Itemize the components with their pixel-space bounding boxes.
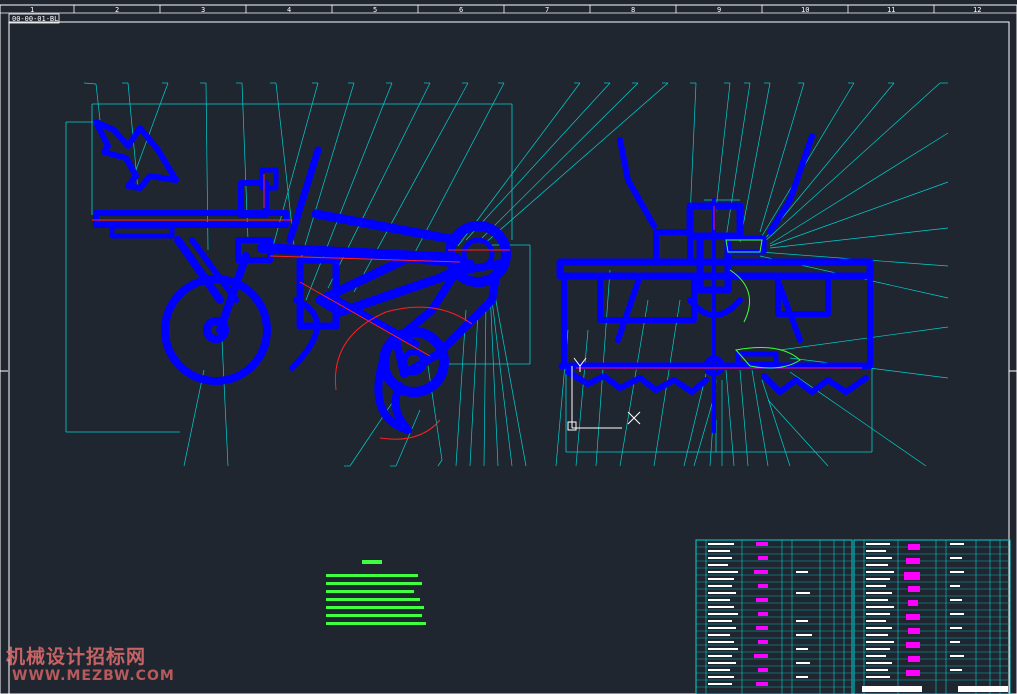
ruler-number-11: 11 [887, 6, 895, 14]
ruler-number-6: 6 [459, 6, 463, 14]
ruler-number-8: 8 [631, 6, 635, 14]
ruler-number-10: 10 [801, 6, 809, 14]
watermark-site-url: WWW.MEZBW.COM [12, 668, 175, 684]
cad-drawing-canvas: 1 2 3 4 5 6 7 8 9 10 11 12 00-00-01-BL [0, 0, 1017, 694]
ruler-number-1: 1 [30, 6, 34, 14]
ruler-number-5: 5 [373, 6, 377, 14]
drawing-code-box: 00-00-01-BL [8, 13, 60, 24]
drawing-code: 00-00-01-BL [12, 15, 58, 23]
ruler-number-9: 9 [717, 6, 721, 14]
watermark-site-name: 机械设计招标网 [6, 646, 147, 668]
ruler-number-2: 2 [115, 6, 119, 14]
ruler-number-12: 12 [973, 6, 981, 14]
ruler-number-3: 3 [201, 6, 205, 14]
ruler-number-4: 4 [287, 6, 291, 14]
ruler-number-7: 7 [545, 6, 549, 14]
